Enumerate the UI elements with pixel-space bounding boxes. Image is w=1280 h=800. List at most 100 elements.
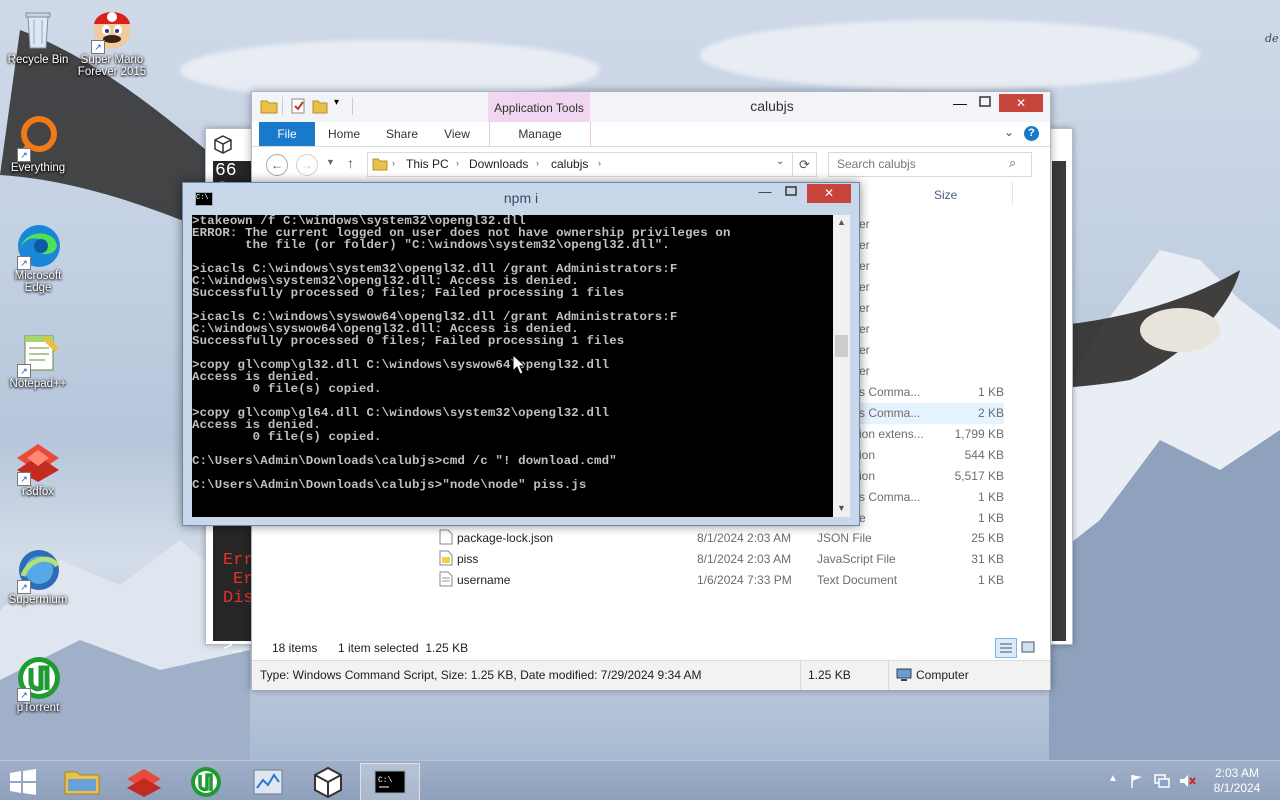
file-row[interactable]: s Comma... 2 KB (852, 403, 1004, 424)
file-type: JavaScript File (817, 552, 896, 566)
network-icon[interactable] (1153, 773, 1171, 792)
breadcrumb-separator-icon: › (392, 158, 395, 168)
desktop-icon-label: Recycle Bin (7, 54, 69, 66)
flag-icon[interactable] (1129, 773, 1145, 792)
desktop-icon-recycle-bin[interactable]: Recycle Bin (1, 6, 75, 66)
tab-view[interactable]: View (432, 122, 482, 146)
breadcrumb-downloads[interactable]: Downloads (469, 157, 528, 171)
desktop-icon-supermium[interactable]: ↗ Supermium (1, 546, 75, 606)
search-box[interactable]: Search calubjs ⌕ (828, 152, 1032, 177)
mouse-cursor-icon (512, 353, 527, 379)
file-type: er (859, 217, 870, 231)
file-type: er (859, 238, 870, 252)
desktop-icon-super-mario[interactable]: ↗ Super Mario Forever 2015 (75, 6, 149, 78)
tab-manage[interactable]: Manage (489, 122, 591, 146)
taskbar-utorrent[interactable] (176, 763, 236, 800)
folder-icon (64, 771, 100, 795)
file-type: Text Document (817, 573, 898, 587)
error-fragment: Err (223, 551, 254, 570)
file-type: ion extens... (859, 427, 924, 441)
desktop-icon-utorrent[interactable]: ↗ μTorrent (1, 654, 75, 714)
address-bar[interactable]: › This PC › Downloads › calubjs › ⌄ (367, 152, 793, 177)
taskbar-r3dfox[interactable] (114, 763, 174, 800)
file-name: username (457, 573, 511, 587)
details-size: 1.25 KB (808, 668, 851, 682)
file-type: e (859, 511, 866, 525)
tab-home[interactable]: Home (320, 122, 368, 146)
desktop-icon-label: Microsoft Edge (14, 270, 62, 294)
taskbar-cmd[interactable]: C:\ (360, 763, 420, 800)
desktop-icon-notepadpp[interactable]: ↗ Notepad++ (1, 330, 75, 390)
show-hidden-icons-button[interactable]: ▲ (1108, 773, 1118, 784)
refresh-icon[interactable]: ⟳ (792, 152, 817, 177)
shortcut-arrow-icon: ↗ (17, 580, 31, 594)
start-button[interactable] (8, 769, 38, 798)
file-type: s Comma... (859, 406, 921, 420)
desktop-icon-edge[interactable]: ↗ Microsoft Edge (1, 222, 75, 294)
maximize-button[interactable] (974, 94, 996, 112)
taskbar-cube-app[interactable] (298, 763, 358, 800)
volume-muted-icon[interactable] (1178, 773, 1196, 792)
file-type: JSON File (817, 531, 872, 545)
details-text: Type: Windows Command Script, Size: 1.25… (260, 668, 702, 682)
ribbon (252, 122, 1050, 147)
file-type: er (859, 364, 870, 378)
scroll-up-icon[interactable]: ▲ (837, 217, 846, 227)
desktop-icon-everything[interactable]: ↗ Everything (1, 114, 75, 174)
clock[interactable]: 2:03 AM 8/1/2024 (1204, 766, 1270, 796)
large-icons-view-icon[interactable] (1019, 639, 1037, 655)
tab-share[interactable]: Share (378, 122, 426, 146)
recent-locations-dropdown[interactable]: ▼ (326, 157, 335, 167)
customize-dropdown-icon[interactable]: ▾ (334, 97, 339, 108)
supermium-icon: ↗ (15, 546, 61, 594)
notepad-plus-plus-icon: ↗ (15, 330, 61, 378)
task-manager-icon (253, 769, 283, 795)
address-row: ← → ▼ ↑ › This PC › Downloads › calubjs … (252, 147, 1050, 181)
minimize-button[interactable]: — (949, 95, 971, 113)
taskbar-task-manager[interactable] (238, 763, 298, 800)
file-row[interactable]: username 1/6/2024 7:33 PM Text Document … (252, 570, 1012, 591)
scrollbar[interactable] (1052, 161, 1066, 641)
file-date: 8/1/2024 2:03 AM (697, 531, 792, 545)
search-icon: ⌕ (1009, 155, 1017, 170)
breadcrumb-separator-icon: › (456, 158, 459, 168)
desktop-icon-r3dfox[interactable]: ↗ r3dfox (1, 438, 75, 498)
r3dfox-icon (127, 769, 161, 797)
file-type: er (859, 322, 870, 336)
forward-button[interactable]: → (296, 154, 318, 176)
breadcrumb-this-pc[interactable]: This PC (406, 157, 449, 171)
file-row[interactable]: piss 8/1/2024 2:03 AM JavaScript File 31… (252, 549, 1012, 570)
taskbar-explorer[interactable] (52, 763, 112, 800)
close-button[interactable]: ✕ (999, 94, 1043, 112)
console-scrollbar[interactable]: ▲ ▼ (833, 215, 850, 517)
help-icon[interactable]: ? (1024, 126, 1039, 141)
console-line: the file (or folder) "C:\windows\system3… (192, 238, 670, 252)
console-text: >takeown /f C:\windows\system32\opengl32… (192, 215, 833, 491)
minimize-button[interactable]: — (755, 184, 775, 202)
recycle-bin-icon (15, 6, 61, 52)
properties-icon[interactable] (290, 98, 306, 117)
console-line: C:\Users\Admin\Downloads\calubjs>cmd /c … (192, 454, 617, 468)
new-folder-icon[interactable] (312, 98, 328, 117)
cmd-icon: C:\ (374, 770, 406, 794)
file-row[interactable]: package-lock.json 8/1/2024 2:03 AM JSON … (252, 528, 1012, 549)
breadcrumb-separator-icon: › (598, 158, 601, 168)
scroll-thumb[interactable] (835, 335, 848, 357)
computer-icon (896, 667, 912, 686)
maximize-button[interactable] (781, 184, 801, 202)
tab-file[interactable]: File (259, 122, 315, 146)
details-location: Computer (916, 668, 969, 682)
file-size: 1 KB (977, 511, 1004, 525)
shortcut-arrow-icon: ↗ (17, 688, 31, 702)
console-line: Successfully processed 0 files; Failed p… (192, 286, 625, 300)
close-button[interactable]: ✕ (807, 184, 851, 203)
details-view-icon[interactable] (995, 638, 1017, 658)
breadcrumb-calubjs[interactable]: calubjs (551, 157, 588, 171)
explorer-titlebar: ▾ Application Tools calubjs — ✕ (252, 92, 1050, 122)
up-button[interactable]: ↑ (347, 155, 354, 171)
back-button[interactable]: ← (266, 154, 288, 176)
address-dropdown-icon[interactable]: ⌄ (776, 156, 784, 167)
expand-ribbon-icon[interactable]: ⌄ (1004, 125, 1014, 139)
column-header-size[interactable]: Size (934, 188, 957, 202)
scroll-down-icon[interactable]: ▼ (837, 503, 846, 513)
